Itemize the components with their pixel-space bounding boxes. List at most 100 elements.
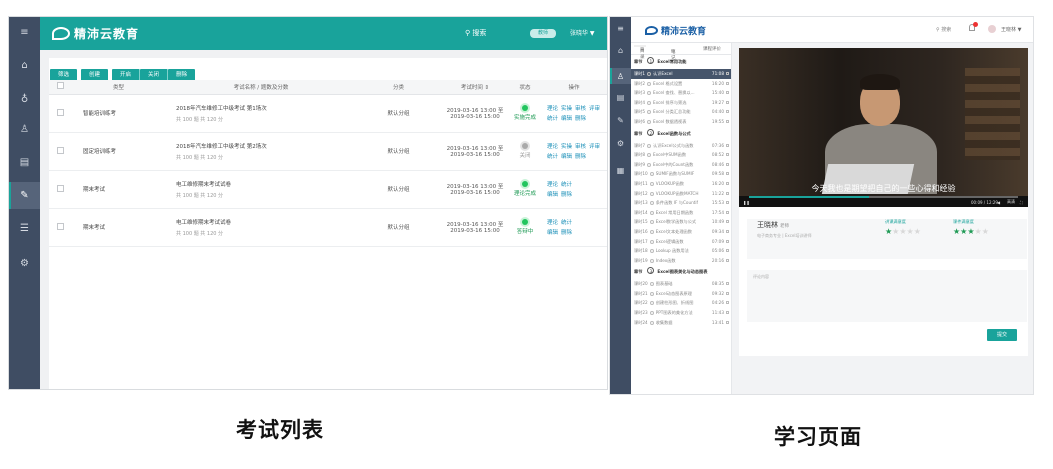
user-menu[interactable]: 王晓林 ▼ [1001, 26, 1021, 33]
book-icon[interactable]: ▤ [615, 92, 626, 103]
chapter-header[interactable]: 章节 3 Excel图表美化与动态图表 [631, 265, 731, 279]
video-player[interactable]: 今天我也是期望把自己的一些心得和经验 ❚❚ 00:09 / 12:29 ◀ 高清… [739, 48, 1028, 207]
star-icon[interactable]: ★ [914, 227, 921, 236]
chapter-header[interactable]: 章节 1 Excel常用功能 [631, 55, 731, 69]
action-link[interactable]: 理论 [547, 182, 558, 188]
lesson-item[interactable]: 课时14 Excel 常用日期函数 17:54 [631, 208, 731, 218]
lesson-item[interactable]: 课时17 Excel逻辑函数 07:09 [631, 237, 731, 247]
lesson-item[interactable]: 课时19 Index函数 20:16 [631, 256, 731, 266]
lesson-item[interactable]: 课时8 Excel中SUM函数 08:52 [631, 150, 731, 160]
exam-title[interactable]: 电工维修期末考试试卷 [176, 218, 356, 226]
menu-icon[interactable]: ≡ [615, 23, 626, 34]
select-all-checkbox[interactable] [56, 82, 64, 90]
action-link[interactable]: 审核 [575, 106, 586, 112]
menu-icon[interactable]: ≡ [18, 26, 31, 39]
tab-review[interactable]: 课程评价 [703, 46, 721, 52]
quality-button[interactable]: 高清 [1007, 199, 1015, 205]
action-link[interactable]: 审核 [575, 144, 586, 150]
action-link[interactable]: 编辑 [561, 154, 572, 160]
lesson-item[interactable]: 课时13 条件函数 IF 与Countif 15:53 [631, 198, 731, 208]
role-badge[interactable]: 教师 [530, 29, 556, 38]
lesson-item[interactable]: 课时18 Lookup 函数用法 05:06 [631, 246, 731, 256]
action-link[interactable]: 统计 [547, 154, 558, 160]
action-link[interactable]: 理论 [547, 144, 558, 150]
row-checkbox[interactable] [56, 184, 64, 192]
submit-button[interactable]: 提交 [987, 329, 1017, 341]
lesson-item[interactable]: 课时23 PPT图表的美化方法 11:43 [631, 308, 731, 318]
chapter-header[interactable]: 章节 2 Excel函数与公式 [631, 127, 731, 141]
home-icon[interactable]: ⌂ [615, 45, 626, 56]
tab-catalog[interactable]: ☰ 目录 [634, 45, 646, 60]
pen-icon[interactable]: ✎ [18, 189, 31, 202]
action-link[interactable]: 删除 [561, 192, 572, 198]
gear-icon[interactable]: ⚙ [18, 257, 31, 270]
lesson-item[interactable]: 课时10 SUMIF函数与SUMIF 09:58 [631, 169, 731, 179]
star-icon[interactable]: ★ [899, 227, 906, 236]
message-icon[interactable]: ☰ [18, 222, 31, 235]
lesson-item[interactable]: 课时16 Excel文本处理函数 09:34 [631, 227, 731, 237]
star-icon[interactable]: ★ [982, 227, 989, 236]
book-icon[interactable]: ▤ [18, 156, 31, 169]
lesson-item[interactable]: 课时2 Excel 格式设置 16:20 [631, 79, 731, 89]
lesson-item[interactable]: 课时7 认识Excel公式与函数 07:36 [631, 141, 731, 151]
exam-title[interactable]: 2018年汽车维修工中级考试 第1场次 [176, 104, 356, 112]
avatar[interactable] [988, 25, 996, 33]
action-link[interactable]: 删除 [561, 230, 572, 236]
exam-title[interactable]: 2018年汽车维修工中级考试 第2场次 [176, 142, 356, 150]
lesson-item[interactable]: 课时3 Excel 查找、替换以... 15:40 [631, 88, 731, 98]
star-icon[interactable]: ★ [975, 227, 982, 236]
user-menu[interactable]: 张晓华 ▼ [570, 28, 595, 37]
play-icon[interactable]: ❚❚ [743, 200, 750, 205]
row-checkbox[interactable] [56, 146, 64, 154]
action-link[interactable]: 编辑 [561, 116, 572, 122]
lesson-item[interactable]: 课时5 Excel 分类汇总功能 04:40 [631, 107, 731, 117]
bag-icon[interactable]: ♁ [18, 93, 31, 106]
lesson-item[interactable]: 课时22 创建柱形图、折线图 04:26 [631, 298, 731, 308]
action-link[interactable]: 统计 [547, 116, 558, 122]
row-checkbox[interactable] [56, 222, 64, 230]
action-link[interactable]: 理论 [547, 220, 558, 226]
report-icon[interactable]: ▦ [615, 165, 626, 176]
user-add-icon[interactable]: ♙ [18, 123, 31, 136]
action-link[interactable]: 评审 [589, 144, 600, 150]
lesson-item[interactable]: 课时24 收集数据 13:41 [631, 318, 731, 328]
lesson-item[interactable]: 课时15 Excel数学函数与公式 10:49 [631, 217, 731, 227]
action-link[interactable]: 理论 [547, 106, 558, 112]
action-link[interactable]: 实操 [561, 106, 572, 112]
rating-courseware-stars[interactable]: ★★★★★ [953, 227, 989, 236]
action-link[interactable]: 删除 [575, 116, 586, 122]
lesson-item[interactable]: 课时12 VLOOKUP函数MATCH 11:22 [631, 189, 731, 199]
pen-icon[interactable]: ✎ [615, 115, 626, 126]
lesson-item[interactable]: 课时1 认识Excel 71:08 [631, 69, 731, 79]
home-icon[interactable]: ⌂ [18, 59, 31, 72]
logo[interactable]: 精沛云教育 [645, 24, 706, 37]
volume-icon[interactable]: ◀ [997, 200, 1000, 205]
rating-lecture-stars[interactable]: ★★★★★ [885, 227, 921, 236]
action-link[interactable]: 实操 [561, 144, 572, 150]
fullscreen-icon[interactable]: ⛶ [1020, 200, 1023, 205]
lesson-item[interactable]: 课时21 Excel动态图表原理 09:32 [631, 289, 731, 299]
gear-icon[interactable]: ⚙ [615, 138, 626, 149]
action-link[interactable]: 评审 [589, 106, 600, 112]
lesson-item[interactable]: 课时9 Excel中的Count函数 08:46 [631, 160, 731, 170]
exam-title[interactable]: 电工维修期末考试试卷 [176, 180, 356, 188]
video-progress[interactable] [749, 196, 1018, 198]
logo[interactable]: 精沛云教育 [52, 25, 139, 42]
comment-input[interactable]: 评论内容 [747, 270, 1027, 322]
action-link[interactable]: 编辑 [547, 230, 558, 236]
lesson-item[interactable]: 课时4 Excel 排序与筛选 19:27 [631, 98, 731, 108]
search[interactable]: ⚲ 搜索 [936, 26, 951, 33]
row-checkbox[interactable] [56, 108, 64, 116]
action-link[interactable]: 统计 [561, 182, 572, 188]
lesson-item[interactable]: 课时11 VLOOKUP函数 16:20 [631, 179, 731, 189]
star-icon[interactable]: ★ [967, 227, 974, 236]
action-link[interactable]: 编辑 [547, 192, 558, 198]
lesson-item[interactable]: 课时6 Excel 数据透视表 19:55 [631, 117, 731, 127]
user-icon[interactable]: ♙ [615, 71, 626, 82]
action-link[interactable]: 删除 [575, 154, 586, 160]
action-link[interactable]: 统计 [561, 220, 572, 226]
col-time[interactable]: 考试时间 ⇕ [441, 80, 509, 95]
search[interactable]: ⚲ 搜索 [465, 28, 486, 38]
star-icon[interactable]: ★ [907, 227, 914, 236]
lesson-item[interactable]: 课时20 图表基础 08:35 [631, 279, 731, 289]
